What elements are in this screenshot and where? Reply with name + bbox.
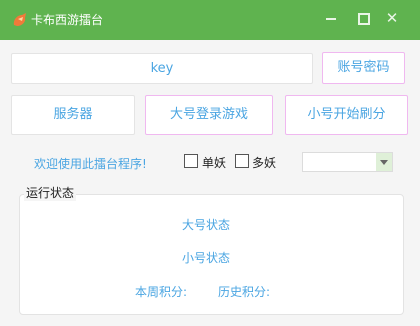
account-password-button[interactable]: 账号密码 xyxy=(322,52,405,84)
window-title: 卡布西游擂台 xyxy=(31,13,104,27)
chevron-down-icon[interactable] xyxy=(376,153,392,171)
title-bar: 卡布西游擂台 ✕ xyxy=(0,0,420,40)
mode-select[interactable] xyxy=(302,152,393,172)
maximize-icon[interactable] xyxy=(352,8,374,28)
small-account-start-button[interactable]: 小号开始刷分 xyxy=(285,95,408,135)
welcome-text: 欢迎使用此擂台程序! xyxy=(34,157,147,171)
multi-checkbox[interactable] xyxy=(235,154,249,168)
close-icon[interactable]: ✕ xyxy=(381,8,403,28)
single-checkbox[interactable] xyxy=(184,154,198,168)
fox-app-icon xyxy=(13,13,26,26)
server-button[interactable]: 服务器 xyxy=(11,95,135,135)
status-group-title: 运行状态 xyxy=(24,186,77,201)
multi-checkbox-label: 多妖 xyxy=(252,156,277,170)
week-points-label: 本周积分: xyxy=(135,285,188,299)
big-account-status: 大号状态 xyxy=(182,218,231,232)
key-input[interactable]: key xyxy=(11,53,313,84)
small-account-status: 小号状态 xyxy=(182,251,231,265)
big-account-login-button[interactable]: 大号登录游戏 xyxy=(145,95,273,135)
single-checkbox-label: 单妖 xyxy=(202,156,227,170)
minimize-icon[interactable] xyxy=(320,8,342,28)
history-points-label: 历史积分: xyxy=(218,285,271,299)
